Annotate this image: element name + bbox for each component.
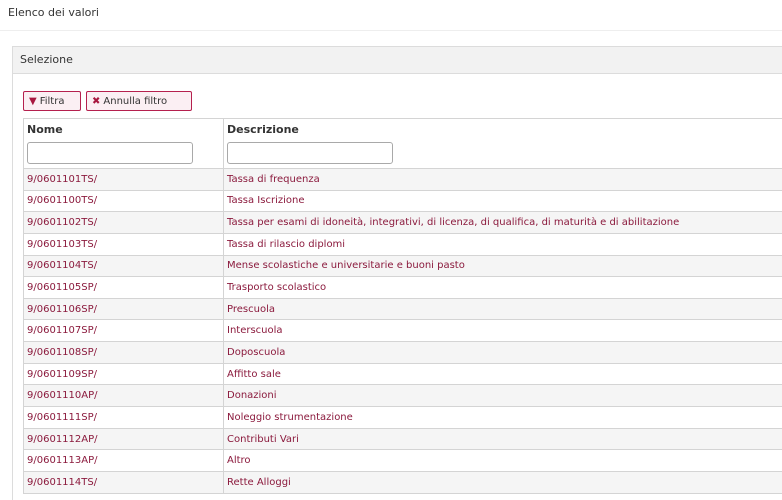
cell-nome[interactable]: 9/0601111SP/ xyxy=(24,407,224,429)
cell-nome[interactable]: 9/0601100TS/ xyxy=(24,190,224,212)
panel-heading: Selezione xyxy=(13,47,782,74)
cell-descrizione[interactable]: Trasporto scolastico xyxy=(224,277,782,299)
cell-descrizione[interactable]: Tassa di frequenza xyxy=(224,169,782,191)
cell-descrizione[interactable]: Mense scolastiche e universitarie e buon… xyxy=(224,255,782,277)
close-icon: ✖ xyxy=(92,92,100,112)
clear-filter-button[interactable]: ✖Annulla filtro xyxy=(86,91,192,111)
cell-descrizione[interactable]: Rette Alloggi xyxy=(224,471,782,493)
cell-descrizione[interactable]: Interscuola xyxy=(224,320,782,342)
column-header-nome[interactable]: Nome xyxy=(24,119,224,169)
table-row[interactable]: 9/0601113AP/Altro xyxy=(24,450,782,472)
table-row[interactable]: 9/0601105SP/Trasporto scolastico xyxy=(24,277,782,299)
cell-descrizione[interactable]: Noleggio strumentazione xyxy=(224,407,782,429)
table-header-row: Nome Descrizione xyxy=(24,119,782,169)
column-label-descrizione: Descrizione xyxy=(227,123,778,137)
cell-nome[interactable]: 9/0601101TS/ xyxy=(24,169,224,191)
cell-nome[interactable]: 9/0601112AP/ xyxy=(24,428,224,450)
nome-filter-input[interactable] xyxy=(27,142,193,164)
table-row[interactable]: 9/0601111SP/Noleggio strumentazione xyxy=(24,407,782,429)
page-title: Elenco dei valori xyxy=(8,6,99,19)
table-row[interactable]: 9/0601109SP/Affitto sale xyxy=(24,363,782,385)
cell-nome[interactable]: 9/0601108SP/ xyxy=(24,342,224,364)
cell-descrizione[interactable]: Tassa di rilascio diplomi xyxy=(224,233,782,255)
table-row[interactable]: 9/0601102TS/Tassa per esami di idoneità,… xyxy=(24,212,782,234)
cell-nome[interactable]: 9/0601114TS/ xyxy=(24,471,224,493)
cell-nome[interactable]: 9/0601113AP/ xyxy=(24,450,224,472)
cell-nome[interactable]: 9/0601109SP/ xyxy=(24,363,224,385)
table-row[interactable]: 9/0601114TS/Rette Alloggi xyxy=(24,471,782,493)
table-row[interactable]: 9/0601100TS/Tassa Iscrizione xyxy=(24,190,782,212)
table-row[interactable]: 9/0601107SP/Interscuola xyxy=(24,320,782,342)
cell-nome[interactable]: 9/0601105SP/ xyxy=(24,277,224,299)
cell-nome[interactable]: 9/0601110AP/ xyxy=(24,385,224,407)
cell-descrizione[interactable]: Affitto sale xyxy=(224,363,782,385)
values-table: Nome Descrizione 9/0601101TS/Tassa di fr… xyxy=(23,118,782,494)
cell-descrizione[interactable]: Tassa per esami di idoneità, integrativi… xyxy=(224,212,782,234)
table-row[interactable]: 9/0601106SP/Prescuola xyxy=(24,298,782,320)
cell-nome[interactable]: 9/0601107SP/ xyxy=(24,320,224,342)
filter-button-label: Filtra xyxy=(40,96,65,107)
cell-descrizione[interactable]: Donazioni xyxy=(224,385,782,407)
cell-nome[interactable]: 9/0601104TS/ xyxy=(24,255,224,277)
descrizione-filter-input[interactable] xyxy=(227,142,393,164)
cell-nome[interactable]: 9/0601106SP/ xyxy=(24,298,224,320)
clear-filter-button-label: Annulla filtro xyxy=(103,96,167,107)
selection-panel: Selezione ▼Filtra ✖Annulla filtro Nome D… xyxy=(12,46,782,500)
filter-icon: ▼ xyxy=(29,92,37,112)
filter-button[interactable]: ▼Filtra xyxy=(23,91,81,111)
table-row[interactable]: 9/0601110AP/Donazioni xyxy=(24,385,782,407)
cell-descrizione[interactable]: Altro xyxy=(224,450,782,472)
table-row[interactable]: 9/0601104TS/Mense scolastiche e universi… xyxy=(24,255,782,277)
cell-nome[interactable]: 9/0601103TS/ xyxy=(24,233,224,255)
cell-descrizione[interactable]: Contributi Vari xyxy=(224,428,782,450)
table-row[interactable]: 9/0601108SP/Doposcuola xyxy=(24,342,782,364)
column-header-descrizione[interactable]: Descrizione xyxy=(224,119,782,169)
cell-descrizione[interactable]: Prescuola xyxy=(224,298,782,320)
header-divider xyxy=(0,30,782,31)
cell-descrizione[interactable]: Doposcuola xyxy=(224,342,782,364)
cell-descrizione[interactable]: Tassa Iscrizione xyxy=(224,190,782,212)
cell-nome[interactable]: 9/0601102TS/ xyxy=(24,212,224,234)
table-row[interactable]: 9/0601101TS/Tassa di frequenza xyxy=(24,169,782,191)
column-label-nome: Nome xyxy=(27,123,219,137)
table-row[interactable]: 9/0601112AP/Contributi Vari xyxy=(24,428,782,450)
table-row[interactable]: 9/0601103TS/Tassa di rilascio diplomi xyxy=(24,233,782,255)
table-body: 9/0601101TS/Tassa di frequenza9/0601100T… xyxy=(24,169,782,494)
